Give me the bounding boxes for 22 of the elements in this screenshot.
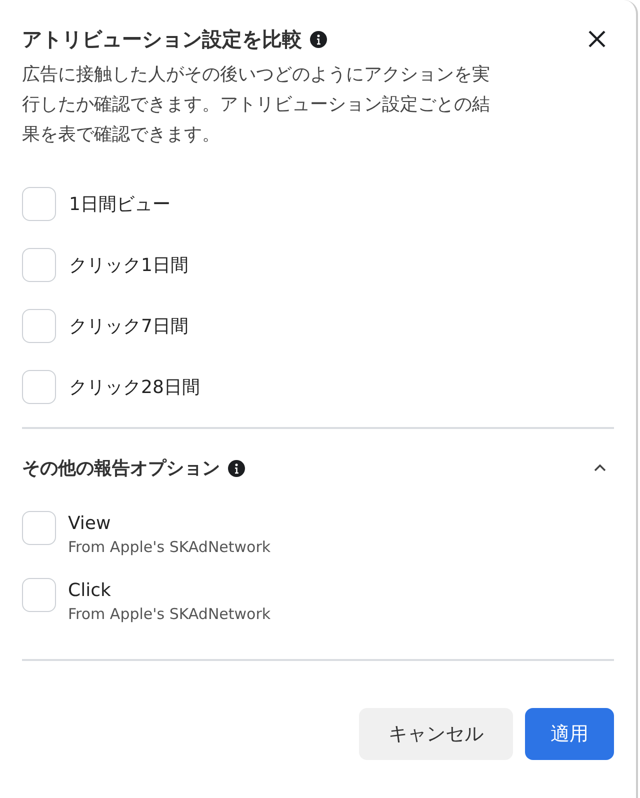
info-icon[interactable] (228, 460, 245, 476)
description: 広告に接触した人がその後いつどのようにアクションを実行したか確認できます。アトリビューション設定ごとの結果を表で確認できます。 (22, 63, 491, 147)
checkbox[interactable] (22, 370, 56, 404)
section-title: その他の報告オプション (22, 457, 220, 480)
cancel-button[interactable]: キャンセル (359, 708, 513, 760)
checkbox-label: クリック28日間 (69, 376, 200, 399)
checkbox[interactable] (22, 511, 56, 545)
checkbox-label: クリック7日間 (69, 315, 188, 338)
apply-button[interactable]: 適用 (525, 708, 614, 760)
checkbox-label: Click (68, 580, 112, 601)
checkbox[interactable] (22, 248, 56, 282)
close-button[interactable] (586, 28, 608, 50)
checkbox-label: View (68, 513, 112, 534)
dialog-title: アトリビューション設定を比較 (22, 26, 302, 52)
checkbox-label: 1日間ビュー (69, 193, 170, 216)
checkbox[interactable] (22, 309, 56, 343)
checkbox-sublabel: From Apple's SKAdNetwork (68, 605, 271, 623)
checkbox-sublabel: From Apple's SKAdNetwork (68, 538, 271, 556)
checkbox[interactable] (22, 187, 56, 221)
info-icon[interactable] (310, 30, 327, 48)
checkbox-label: クリック1日間 (69, 254, 188, 277)
checkbox[interactable] (22, 578, 56, 612)
